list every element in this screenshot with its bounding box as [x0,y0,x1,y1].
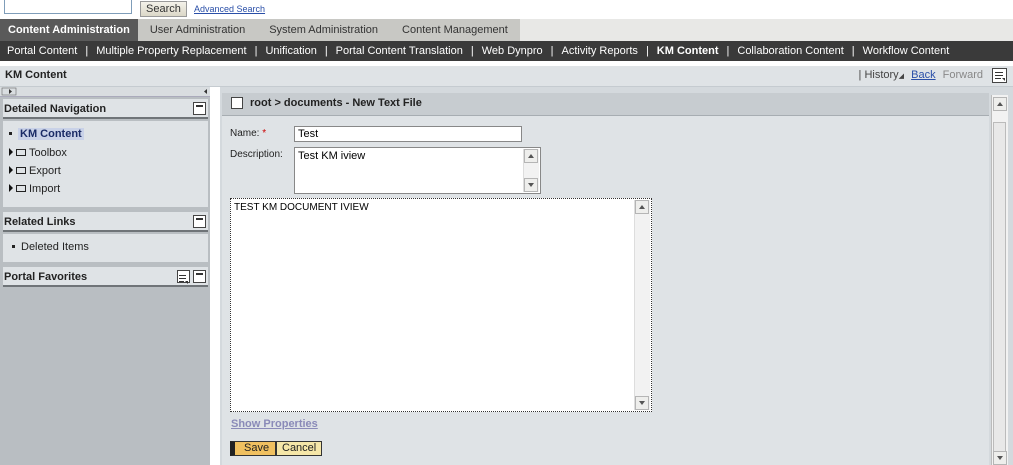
expand-icon[interactable] [9,166,13,174]
related-links-header: Related Links [3,212,208,232]
nav-separator: | [470,45,474,57]
breadcrumb: root > documents - New Text File [250,97,422,109]
tab-system-administration[interactable]: System Administration [257,19,391,41]
navigation-panel-toggle[interactable] [0,87,210,97]
document-header: root > documents - New Text File [222,93,989,116]
tab-content-administration[interactable]: Content Administration [0,19,138,41]
nav-tree-item-label: Toolbox [29,147,67,159]
nav-separator: | [550,45,554,57]
content-scrollbar[interactable] [634,200,650,410]
advanced-search-link[interactable]: Advanced Search [194,4,265,14]
back-link[interactable]: Back [911,69,935,81]
folder-icon [16,167,26,174]
nav-tree-item-toolbox[interactable]: Toolbox [9,147,67,159]
nav-separator: | [254,45,258,57]
name-label: Name: * [230,128,267,139]
bullet-icon [9,132,12,135]
description-scrollbar[interactable] [523,149,539,192]
nav-tree-item-label: Export [29,165,61,177]
nav-activity-reports[interactable]: Activity Reports [562,45,638,57]
nav-separator: | [324,45,328,57]
nav-multiple-property-replacement[interactable]: Multiple Property Replacement [96,45,246,57]
document-icon [231,97,243,109]
scroll-up-icon[interactable] [635,200,649,214]
nav-tree-item-km-content[interactable]: KM Content [9,128,84,140]
page-title: KM Content [5,69,67,81]
search-input[interactable] [4,0,132,14]
history-navigation: | History◢ Back Forward [859,69,983,81]
minimize-icon[interactable] [193,215,206,228]
save-button[interactable]: Save [230,441,277,456]
bullet-icon [12,245,15,248]
main-content-area: root > documents - New Text File Name: *… [220,87,1013,465]
folder-icon [16,185,26,192]
scroll-down-icon[interactable] [993,451,1007,465]
name-field[interactable] [294,126,522,142]
history-dropdown[interactable]: History [864,69,898,81]
nav-separator: | [851,45,855,57]
related-link-deleted-items[interactable]: Deleted Items [12,241,89,253]
page-title-bar: KM Content | History◢ Back Forward [0,66,1013,87]
nav-tree-item-export[interactable]: Export [9,165,61,177]
show-properties-link[interactable]: Show Properties [231,418,318,430]
nav-collaboration-content[interactable]: Collaboration Content [737,45,843,57]
nav-separator: | [726,45,730,57]
nav-separator: | [85,45,89,57]
search-button[interactable]: Search [140,1,187,17]
new-text-file-form: Name: * Description: Test KM iview TEST … [222,116,989,465]
left-navigation-panel: Detailed Navigation KM Content Toolbox E… [0,87,210,465]
forward-link: Forward [942,69,983,81]
portal-favorites-header: Portal Favorites [3,267,208,287]
related-link-label: Deleted Items [21,241,89,253]
nav-web-dynpro[interactable]: Web Dynpro [482,45,543,57]
tab-content-management[interactable]: Content Management [390,19,520,41]
second-level-navigation: Portal Content | Multiple Property Replace… [0,41,1013,61]
description-label: Description: [230,149,283,160]
folder-icon [16,149,26,156]
related-links-body: Deleted Items [3,234,208,262]
related-links-title: Related Links [4,216,76,228]
cancel-button[interactable]: Cancel [276,441,323,456]
detailed-navigation-header: Detailed Navigation [3,99,208,119]
nav-unification[interactable]: Unification [265,45,316,57]
expand-icon[interactable] [9,148,13,156]
top-level-navigation: Content Administration User Administrati… [0,19,1013,42]
scroll-down-icon[interactable] [524,178,538,192]
detailed-navigation-title: Detailed Navigation [4,103,107,115]
description-field[interactable]: Test KM iview [294,147,541,194]
scroll-down-icon[interactable] [635,396,649,410]
search-bar: Search Advanced Search [0,0,1013,18]
nav-tree-item-label: Import [29,183,61,195]
page-scrollbar[interactable] [991,95,1008,465]
tab-user-administration[interactable]: User Administration [137,19,258,41]
nav-portal-content[interactable]: Portal Content [7,45,77,57]
scrollbar-thumb[interactable] [993,122,1006,454]
minimize-icon[interactable] [193,102,206,115]
history-dropdown-icon[interactable]: ◢ [899,73,904,80]
required-indicator: * [262,128,267,139]
nav-separator: | [645,45,649,57]
scroll-up-icon[interactable] [993,97,1007,111]
history-separator: | [858,69,862,81]
page-menu-icon[interactable] [992,68,1007,83]
nav-workflow-content[interactable]: Workflow Content [863,45,950,57]
nav-tree-item-import[interactable]: Import [9,183,60,195]
nav-km-content[interactable]: KM Content [657,45,719,57]
document-content-field[interactable]: TEST KM DOCUMENT IVIEW [230,198,652,412]
favorites-menu-icon[interactable] [177,270,190,284]
description-text: Test KM iview [298,150,366,162]
minimize-icon[interactable] [193,270,206,283]
nav-tree-item-label: KM Content [18,128,84,140]
scroll-up-icon[interactable] [524,149,538,163]
portal-favorites-title: Portal Favorites [4,271,88,283]
detailed-navigation-body: KM Content Toolbox Export Import [3,121,208,207]
document-content-text: TEST KM DOCUMENT IVIEW [234,202,369,213]
expand-icon[interactable] [9,184,13,192]
nav-portal-content-translation[interactable]: Portal Content Translation [336,45,463,57]
